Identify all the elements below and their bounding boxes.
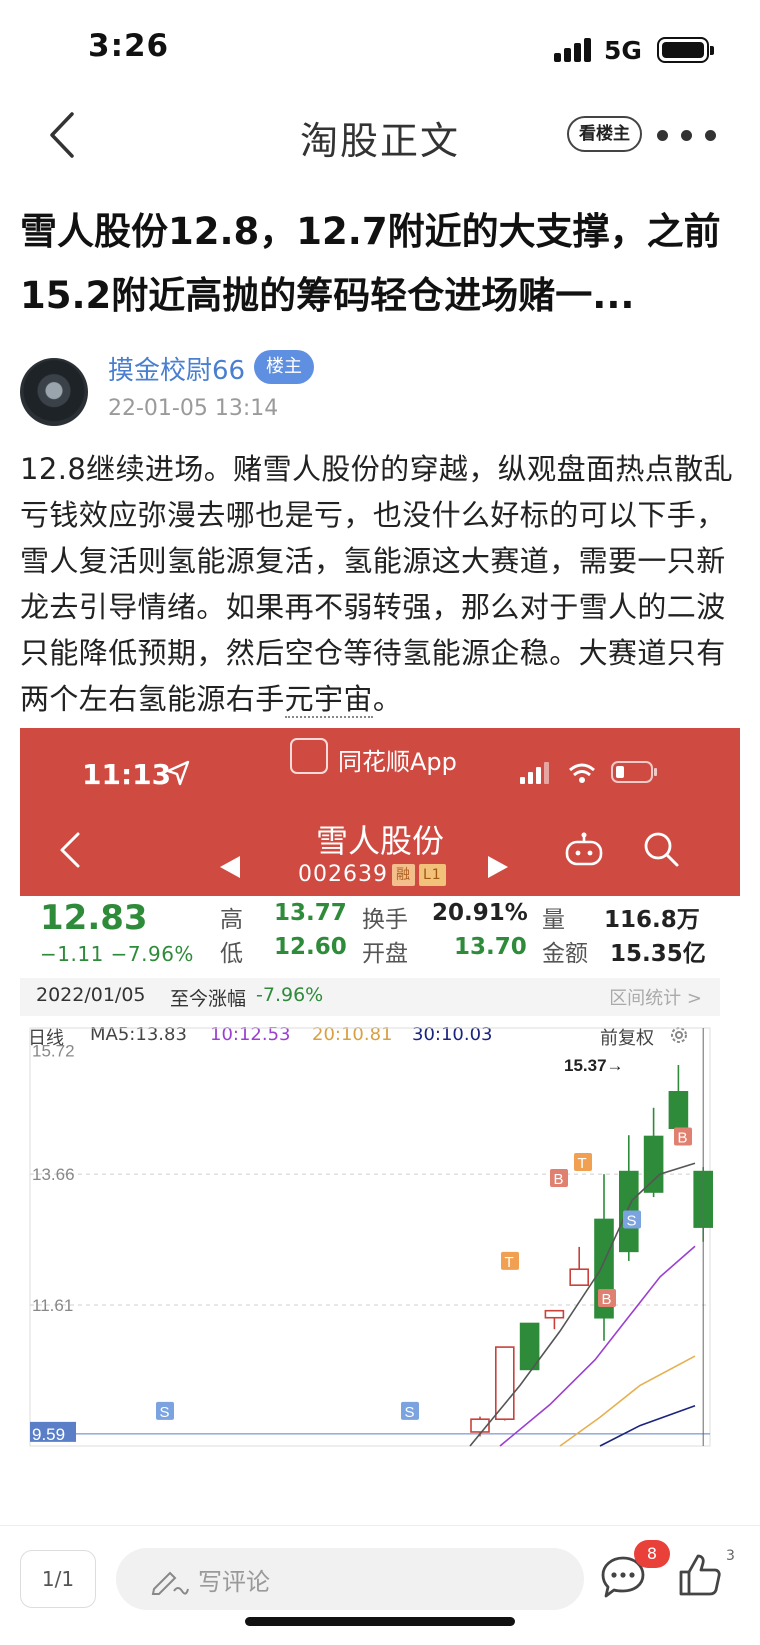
marker-label: S [405, 1404, 415, 1421]
post-body-text: 12.8继续进场。赌雪人股份的穿越，纵观盘面热点散乱亏钱效应弥漫去哪也是亏，也没… [20, 452, 733, 716]
post-time: 22-01-05 13:14 [108, 396, 279, 421]
owner-badge: 楼主 [254, 350, 314, 384]
ytick-label: 15.72 [32, 1042, 75, 1061]
post-title: 雪人股份12.8，12.7附近的大支撑，之前15.2附近高抛的筹码轻仓进场赌一.… [20, 210, 721, 317]
marker-label: B [678, 1129, 688, 1146]
avatar[interactable] [20, 358, 88, 426]
ytick-label: 11.61 [32, 1296, 73, 1315]
candle-body [494, 1346, 515, 1420]
marker-label: T [578, 1155, 587, 1172]
comment-count-badge: 8 [634, 1540, 670, 1568]
candle-body [544, 1309, 565, 1319]
author-name[interactable]: 摸金校尉66 [108, 350, 245, 387]
ma30-line [599, 1405, 696, 1447]
home-indicator [245, 1617, 515, 1626]
comment-placeholder: 写评论 [198, 1568, 270, 1596]
more-icon[interactable] [657, 130, 717, 142]
marker-label: B [602, 1291, 612, 1308]
post-body-end: 。 [372, 682, 403, 716]
like-count: 3 [726, 1548, 735, 1564]
network-label: 5G [604, 36, 642, 65]
signal-icon [554, 38, 594, 62]
embedded-screenshot[interactable]: 11:13 同花顺App 雪人股份 002639 融 L1 12.83 −1.11 … [20, 728, 740, 1525]
like-icon[interactable] [678, 1552, 722, 1598]
candle-body [569, 1268, 590, 1286]
pen-icon [151, 1571, 189, 1595]
marker-label: S [160, 1404, 170, 1421]
status-time: 3:26 [88, 28, 170, 64]
post-body: 12.8继续进场。赌雪人股份的穿越，纵观盘面热点散乱亏钱效应弥漫去哪也是亏，也没… [20, 446, 742, 722]
kline-chart: 15.7213.6611.619.5915.37→S STBTBSB [29, 1027, 714, 1447]
marker-label: S [627, 1212, 637, 1229]
page-title: 淘股正文 [299, 119, 460, 163]
nav-bar: 淘股正文 看楼主 [0, 100, 760, 170]
marker-label: B [554, 1171, 564, 1188]
bottom-bar: 1/1 写评论 8 3 [0, 1525, 760, 1645]
ytick-label: 13.66 [32, 1165, 75, 1184]
marker-label: T [505, 1254, 514, 1271]
battery-icon [657, 37, 714, 63]
high-annotation: 15.37→ [564, 1056, 624, 1075]
comment-input[interactable]: 写评论 [116, 1548, 584, 1610]
topic-link[interactable]: 元宇宙 [284, 682, 373, 718]
page-indicator[interactable]: 1/1 [20, 1550, 96, 1608]
view-owner-button[interactable]: 看楼主 [567, 116, 642, 152]
candle-body [668, 1091, 689, 1129]
ytick-label: 9.59 [32, 1425, 65, 1444]
status-bar: 3:26 5G [0, 0, 760, 100]
candle-body [643, 1135, 664, 1193]
